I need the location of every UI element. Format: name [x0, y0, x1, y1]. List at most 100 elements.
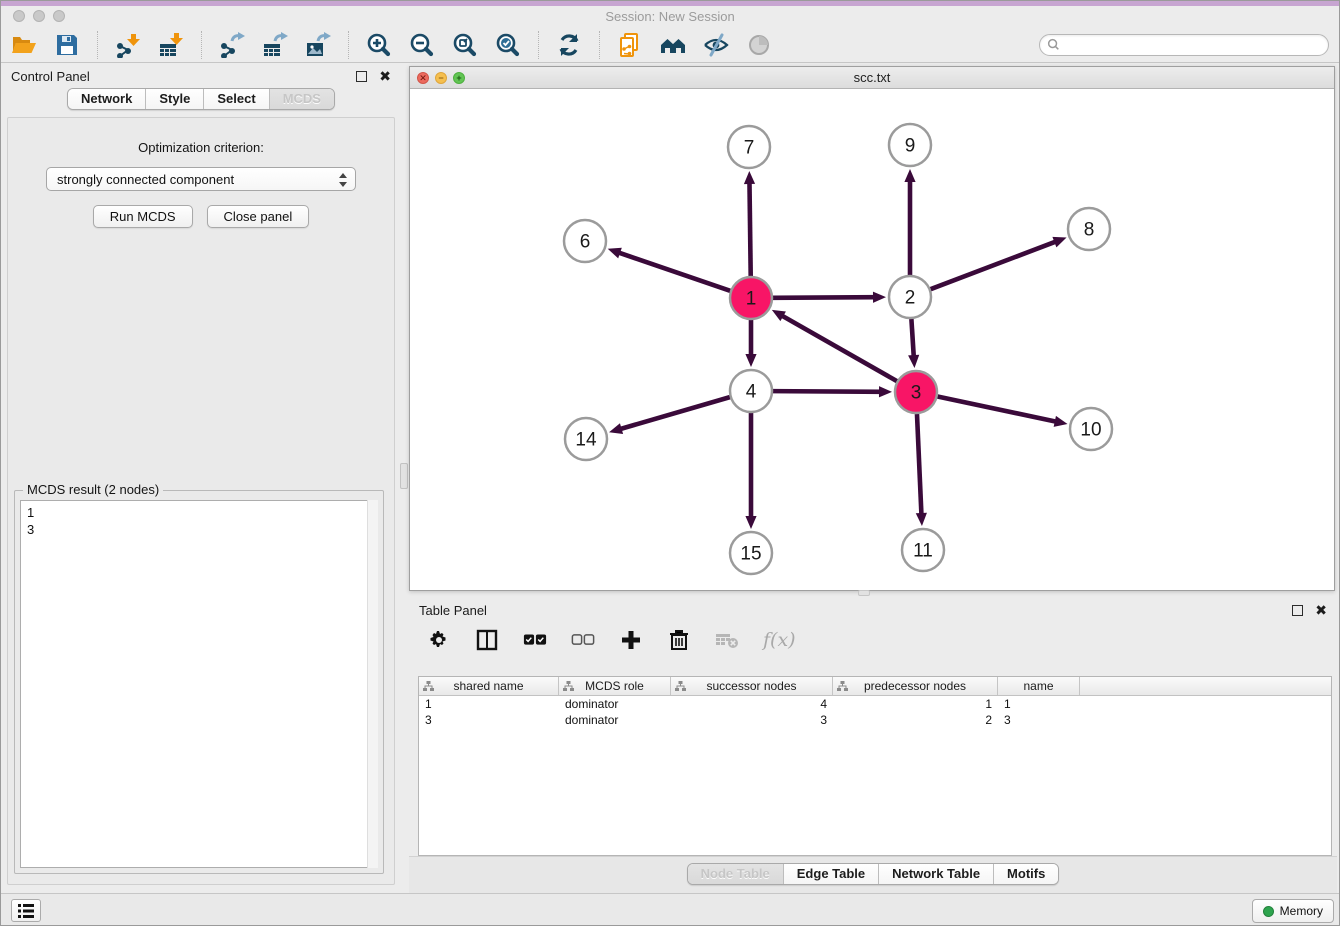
export-image-icon[interactable] — [303, 30, 333, 60]
zoom-window-button[interactable] — [53, 10, 65, 22]
show-column-panel-icon[interactable] — [475, 628, 499, 652]
import-table-icon[interactable] — [156, 30, 186, 60]
table-cell[interactable]: 2 — [833, 713, 998, 727]
column-header-MCDS-role[interactable]: MCDS role — [559, 677, 671, 695]
edge-4-15[interactable] — [745, 413, 756, 529]
titlebar[interactable]: Session: New Session — [1, 6, 1339, 27]
unselect-all-icon[interactable] — [571, 628, 595, 652]
refresh-layout-icon[interactable] — [554, 30, 584, 60]
import-network-icon[interactable] — [113, 30, 143, 60]
result-scrollbar[interactable] — [367, 500, 378, 868]
float-table-panel-icon[interactable] — [1292, 605, 1303, 616]
table-cell[interactable]: 3 — [671, 713, 833, 727]
edge-3-10[interactable] — [938, 397, 1068, 427]
tab-mcds[interactable]: MCDS — [269, 89, 334, 109]
graph-node-3[interactable]: 3 — [895, 371, 937, 413]
svg-text:10: 10 — [1080, 420, 1101, 441]
network-view-window[interactable]: ✕ − + scc.txt 7 9 6 8 1 2 4 3 14 10 15 11 — [409, 66, 1335, 591]
tab-select[interactable]: Select — [203, 89, 268, 109]
search-input[interactable] — [1039, 34, 1329, 56]
close-panel-icon[interactable]: ✖ — [379, 71, 391, 82]
table-cell[interactable]: 3 — [998, 713, 1080, 727]
edge-1-4[interactable] — [745, 320, 756, 367]
close-panel-button[interactable]: Close panel — [207, 205, 310, 228]
table-cell[interactable]: 1 — [833, 697, 998, 711]
edge-1-6[interactable] — [608, 248, 730, 291]
network-minimize-button[interactable]: − — [435, 72, 447, 84]
hide-graphics-icon[interactable] — [701, 30, 731, 60]
svg-text:9: 9 — [905, 136, 916, 157]
network-zoom-button[interactable]: + — [453, 72, 465, 84]
vertical-splitter-handle[interactable] — [400, 463, 408, 489]
zoom-fit-icon[interactable] — [450, 30, 480, 60]
home-icon[interactable] — [658, 30, 688, 60]
minimize-window-button[interactable] — [33, 10, 45, 22]
edge-2-9[interactable] — [904, 169, 915, 275]
table-row[interactable]: 3dominator323 — [419, 712, 1331, 728]
graph-node-14[interactable]: 14 — [565, 418, 607, 460]
tab-network-table[interactable]: Network Table — [878, 864, 993, 884]
zoom-selected-icon[interactable] — [493, 30, 523, 60]
close-window-button[interactable] — [13, 10, 25, 22]
table-cell[interactable]: 4 — [671, 697, 833, 711]
run-mcds-button[interactable]: Run MCDS — [93, 205, 193, 228]
edge-3-11[interactable] — [916, 414, 927, 526]
edge-4-3[interactable] — [773, 386, 892, 397]
clone-network-icon[interactable] — [615, 30, 645, 60]
export-table-icon[interactable] — [260, 30, 290, 60]
table-cell[interactable]: 1 — [998, 697, 1080, 711]
mcds-result-list[interactable]: 1 3 — [20, 500, 378, 868]
close-table-panel-icon[interactable]: ✖ — [1315, 605, 1327, 616]
criterion-select[interactable]: strongly connected component — [46, 167, 356, 191]
graph-node-6[interactable]: 6 — [564, 220, 606, 262]
float-panel-icon[interactable] — [356, 71, 367, 82]
graph-node-2[interactable]: 2 — [889, 276, 931, 318]
graph-node-8[interactable]: 8 — [1068, 208, 1110, 250]
edge-1-7[interactable] — [744, 171, 755, 276]
graph-node-10[interactable]: 10 — [1070, 408, 1112, 450]
tab-network[interactable]: Network — [68, 89, 145, 109]
column-header-shared-name[interactable]: shared name — [419, 677, 559, 695]
show-graphics-icon[interactable] — [744, 30, 774, 60]
graph-node-7[interactable]: 7 — [728, 126, 770, 168]
network-close-button[interactable]: ✕ — [417, 72, 429, 84]
edge-3-1[interactable] — [772, 310, 897, 381]
tab-style[interactable]: Style — [145, 89, 203, 109]
graph-node-9[interactable]: 9 — [889, 124, 931, 166]
zoom-out-icon[interactable] — [407, 30, 437, 60]
column-header-predecessor-nodes[interactable]: predecessor nodes — [833, 677, 998, 695]
add-column-icon[interactable] — [619, 628, 643, 652]
horizontal-splitter-handle[interactable] — [858, 590, 870, 596]
table-cell[interactable]: 1 — [419, 697, 559, 711]
tab-edge-table[interactable]: Edge Table — [783, 864, 878, 884]
save-session-icon[interactable] — [52, 30, 82, 60]
column-header-successor-nodes[interactable]: successor nodes — [671, 677, 833, 695]
window-controls — [13, 10, 65, 22]
graph-node-1[interactable]: 1 — [730, 277, 772, 319]
column-header-name[interactable]: name — [998, 677, 1080, 695]
edge-1-2[interactable] — [773, 292, 886, 303]
table-cell[interactable]: 3 — [419, 713, 559, 727]
graph-node-4[interactable]: 4 — [730, 370, 772, 412]
graph-node-11[interactable]: 11 — [902, 529, 944, 571]
svg-text:3: 3 — [911, 383, 922, 404]
export-network-icon[interactable] — [217, 30, 247, 60]
tab-motifs[interactable]: Motifs — [993, 864, 1058, 884]
edge-4-14[interactable] — [609, 397, 730, 434]
select-all-icon[interactable] — [523, 628, 547, 652]
graph-node-15[interactable]: 15 — [730, 532, 772, 574]
edge-2-8[interactable] — [931, 237, 1067, 289]
table-cell[interactable]: dominator — [559, 697, 671, 711]
network-window-titlebar[interactable]: ✕ − + scc.txt — [410, 67, 1334, 89]
table-settings-gear-icon[interactable] — [427, 628, 451, 652]
delete-column-icon[interactable] — [667, 628, 691, 652]
open-session-icon[interactable] — [9, 30, 39, 60]
table-cell[interactable]: dominator — [559, 713, 671, 727]
task-history-button[interactable] — [11, 899, 41, 922]
tab-node-table[interactable]: Node Table — [688, 864, 783, 884]
memory-button[interactable]: Memory — [1252, 899, 1334, 923]
zoom-in-icon[interactable] — [364, 30, 394, 60]
network-graph-canvas[interactable]: 7 9 6 8 1 2 4 3 14 10 15 11 — [410, 89, 1334, 590]
edge-2-3[interactable] — [908, 319, 919, 368]
table-row[interactable]: 1dominator411 — [419, 696, 1331, 712]
